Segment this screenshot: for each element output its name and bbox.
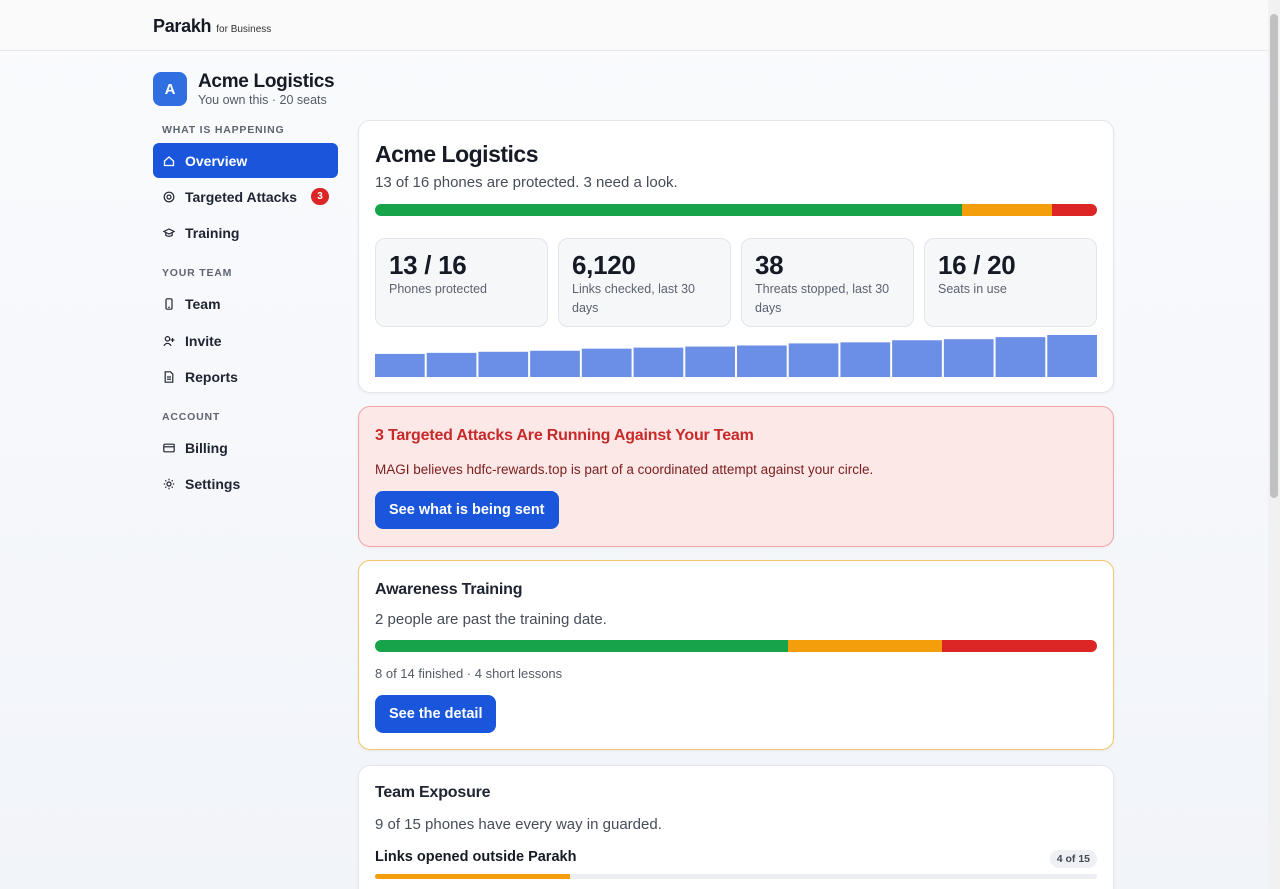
exposure-count-pill: 4 of 15 — [1049, 850, 1097, 868]
see-what-is-being-sent-button[interactable]: See what is being sent — [375, 491, 559, 529]
done-segment — [375, 640, 788, 652]
protection-status-bar — [375, 204, 1097, 216]
trend-bar — [478, 351, 529, 377]
stat-label: Links checked, last 30 days — [572, 282, 695, 315]
activity-trend-chart — [375, 335, 1097, 377]
overview-title: Acme Logistics — [375, 141, 539, 167]
sidebar-item-targeted-attacks[interactable]: Targeted Attacks 3 — [153, 179, 338, 214]
training-progress-bar — [375, 640, 1097, 652]
trend-bar — [737, 345, 787, 377]
team-exposure-card: Team Exposure 9 of 15 phones have every … — [358, 765, 1114, 889]
org-header: A Acme Logistics You own this · 20 seats — [153, 71, 335, 107]
gear-icon — [163, 478, 175, 490]
training-progress-text: 8 of 14 finished · 4 short lessons — [375, 666, 563, 681]
brand-logo[interactable]: Parakh for Business — [153, 16, 271, 37]
trend-bar — [530, 350, 580, 377]
targeted-attack-alert: 3 Targeted Attacks Are Running Against Y… — [358, 406, 1114, 547]
trend-bar — [995, 337, 1046, 377]
graduation-cap-icon — [163, 227, 175, 239]
target-icon — [163, 191, 175, 203]
sidebar-item-reports[interactable]: Reports — [153, 359, 338, 394]
stat-label: Phones protected — [389, 282, 487, 296]
alert-title: 3 Targeted Attacks Are Running Against Y… — [375, 427, 754, 444]
trend-bar — [375, 353, 425, 377]
exposure-row-title: Links opened outside Parakh — [375, 849, 577, 865]
protected-segment — [375, 204, 962, 216]
stat-value: 6,120 — [572, 250, 636, 280]
phone-icon — [163, 297, 175, 310]
sidebar-item-label: Team — [185, 295, 221, 312]
training-subtitle: 2 people are past the training date. — [375, 611, 607, 628]
in-progress-segment — [787, 640, 943, 652]
document-icon — [163, 370, 175, 383]
stat-label: Threats stopped, last 30 days — [755, 282, 890, 315]
trend-bar — [892, 340, 942, 377]
exposure-progress-fill — [375, 874, 570, 879]
sidebar-item-invite[interactable]: Invite — [153, 323, 338, 358]
sidebar-item-team[interactable]: Team — [153, 286, 338, 321]
sidebar-item-settings[interactable]: Settings — [153, 466, 338, 501]
sidebar-item-label: Overview — [185, 152, 248, 169]
training-title: Awareness Training — [375, 581, 523, 598]
see-the-detail-button[interactable]: See the detail — [375, 695, 497, 733]
sidebar-item-billing[interactable]: Billing — [153, 430, 338, 465]
user-plus-icon — [163, 335, 175, 347]
sidebar-item-training[interactable]: Training — [153, 215, 338, 250]
sidebar-item-label: Invite — [185, 332, 222, 349]
nav-section-what-is-happening: WHAT IS HAPPENING — [162, 124, 285, 136]
overdue-segment — [942, 640, 1097, 652]
nav-section-account: ACCOUNT — [162, 411, 221, 423]
home-icon — [163, 155, 175, 167]
org-name: Acme Logistics — [198, 71, 335, 92]
org-meta: You own this · 20 seats — [198, 93, 327, 107]
sidebar-item-label: Reports — [185, 368, 238, 385]
sidebar-item-label: Training — [185, 224, 240, 241]
stat-value: 13 / 16 — [389, 250, 467, 280]
top-bar: Parakh for Business — [0, 0, 1268, 51]
brand-sub: for Business — [216, 24, 272, 35]
scrollbar-thumb[interactable] — [1270, 14, 1278, 498]
stat-value: 16 / 20 — [938, 250, 1016, 280]
nav-section-your-team: YOUR TEAM — [162, 267, 233, 279]
sidebar-item-label: Settings — [185, 475, 241, 492]
trend-bar — [788, 343, 839, 377]
overview-card: Acme Logistics 13 of 16 phones are prote… — [358, 120, 1114, 393]
trend-bar — [943, 339, 994, 377]
trend-bar — [685, 346, 735, 377]
stat-links-checked: 6,120 Links checked, last 30 days — [558, 238, 731, 327]
trend-bar — [581, 348, 632, 377]
sidebar-item-label: Targeted Attacks — [185, 188, 298, 205]
trend-bar — [426, 352, 477, 377]
stat-seats-in-use: 16 / 20 Seats in use — [924, 238, 1097, 327]
stat-value: 38 — [755, 250, 784, 280]
warning-segment — [961, 204, 1052, 216]
awareness-training-card: Awareness Training 2 people are past the… — [358, 560, 1114, 750]
credit-card-icon — [163, 442, 175, 454]
danger-segment — [1051, 204, 1097, 216]
sidebar-item-label: Billing — [185, 439, 228, 456]
stat-phones-protected: 13 / 16 Phones protected — [375, 238, 548, 327]
org-avatar: A — [153, 72, 187, 106]
stat-label: Seats in use — [938, 282, 1007, 296]
attacks-count-badge: 3 — [311, 188, 329, 205]
trend-bar — [1047, 335, 1097, 377]
exposure-progress-track — [375, 874, 1097, 879]
sidebar-item-overview[interactable]: Overview — [153, 143, 338, 178]
stat-threats-stopped: 38 Threats stopped, last 30 days — [741, 238, 914, 327]
exposure-subtitle: 9 of 15 phones have every way in guarded… — [375, 816, 662, 833]
exposure-title: Team Exposure — [375, 784, 491, 801]
trend-bar — [633, 347, 684, 377]
trend-bar — [840, 342, 891, 377]
page-scrollbar[interactable] — [1268, 0, 1280, 889]
overview-subtitle: 13 of 16 phones are protected. 3 need a … — [375, 174, 678, 191]
alert-text: MAGI believes hdfc-rewards.top is part o… — [375, 462, 874, 477]
brand-name: Parakh — [153, 16, 212, 36]
